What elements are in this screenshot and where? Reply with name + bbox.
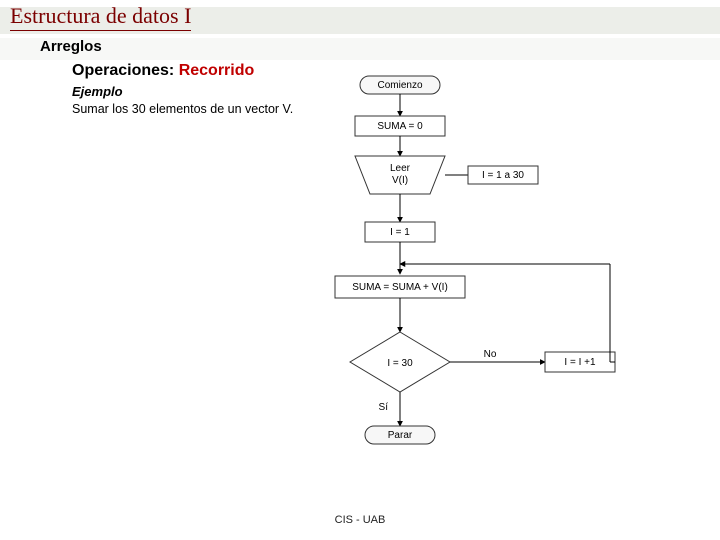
flow-seti-label: I = 1: [390, 227, 410, 238]
operations-line: Operaciones: Recorrido: [72, 62, 254, 80]
flow-inc-label: I = I +1: [564, 357, 596, 368]
flow-looprange-label: I = 1 a 30: [482, 170, 524, 181]
flow-read-label1: Leer: [390, 163, 411, 174]
flow-initsum-label: SUMA = 0: [377, 121, 423, 132]
flow-stop-label: Parar: [388, 430, 413, 441]
flow-read-label2: V(I): [392, 175, 408, 186]
flow-yes-label: Sí: [379, 402, 389, 413]
slide: Estructura de datos I Arreglos Operacion…: [0, 0, 720, 540]
flow-no-label: No: [484, 349, 497, 360]
subtitle: Arreglos: [40, 38, 102, 55]
footer: CIS - UAB: [0, 514, 720, 526]
subtitle-bar: [0, 38, 720, 60]
example-text: Sumar los 30 elementos de un vector V.: [72, 102, 302, 118]
page-title: Estructura de datos I: [10, 3, 191, 31]
flowchart: Comienzo SUMA = 0 Leer V(I) I = 1 a 30 I…: [310, 74, 670, 494]
ops-highlight: Recorrido: [179, 62, 255, 79]
flow-cond-label: I = 30: [387, 358, 413, 369]
ops-prefix: Operaciones:: [72, 62, 179, 79]
example-label: Ejemplo: [72, 84, 123, 99]
flow-acc-label: SUMA = SUMA + V(I): [352, 282, 448, 293]
flow-start-label: Comienzo: [377, 80, 422, 91]
